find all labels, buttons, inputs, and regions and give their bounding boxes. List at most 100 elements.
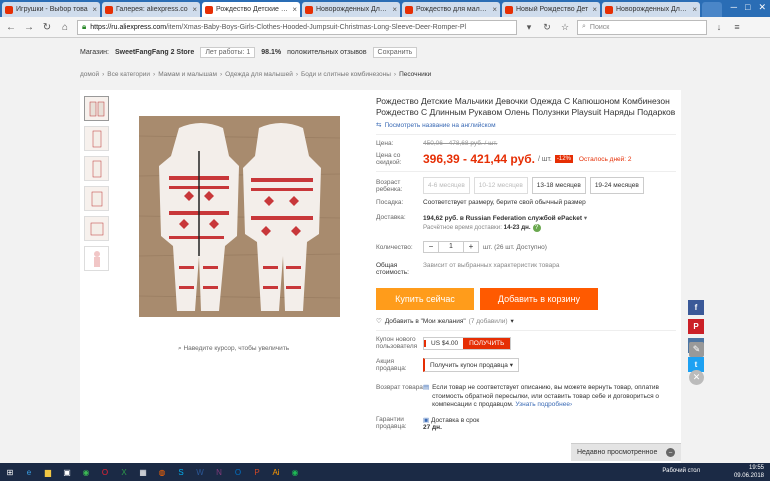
close-window-icon[interactable]: ✕ <box>758 2 766 13</box>
recently-viewed-bar[interactable]: Недавно просмотренное – <box>571 443 681 461</box>
address-bar[interactable]: 🔒︎ https://ru.aliexpress.com/item/Xmas-B… <box>77 19 517 35</box>
clock-date: 09.06.2018 <box>733 473 764 479</box>
breadcrumb-item[interactable]: Одежда для малышей <box>225 71 293 78</box>
browser-tab-active[interactable]: Рождество Детские Ма × <box>202 2 300 17</box>
save-store-button[interactable]: Сохранить <box>372 46 418 58</box>
url-host: https://ru.aliexpress.com <box>90 23 167 31</box>
browser-tab[interactable]: Игрушки - Выбор това × <box>2 2 100 17</box>
store-rating-text: положительных отзывов <box>287 48 367 56</box>
learn-more-link[interactable]: Узнать подробнее <box>515 401 570 408</box>
old-price: 450,06 - 478,68 руб. / шт. <box>423 140 498 147</box>
product-thumbnail[interactable] <box>84 216 109 241</box>
breadcrumb-item[interactable]: Все категории <box>107 71 150 78</box>
quantity-input[interactable]: 1 <box>438 242 464 252</box>
store-years: Лет работы: 1 <box>200 46 256 58</box>
firefox-icon[interactable]: ◍ <box>154 465 170 479</box>
forward-icon[interactable]: → <box>23 21 35 33</box>
excel-icon[interactable]: X <box>116 465 132 479</box>
product-thumbnail[interactable] <box>84 156 109 181</box>
powerpoint-icon[interactable]: P <box>249 465 265 479</box>
outlook-icon[interactable]: O <box>230 465 246 479</box>
refresh-icon[interactable]: ↻ <box>541 21 553 33</box>
collapse-icon[interactable]: – <box>666 448 675 457</box>
close-icon[interactable]: × <box>292 5 297 14</box>
breadcrumb-item[interactable]: Мамам и малышам <box>158 71 217 78</box>
wishlist-link[interactable]: ♡ Добавить в "Мои желания" (7 добавили) … <box>376 317 676 326</box>
photos-icon[interactable]: ▦ <box>135 465 151 479</box>
translate-link[interactable]: ⇆ Посмотреть название на английском <box>376 121 676 130</box>
search-input[interactable]: ⌕ Поиск <box>577 19 707 35</box>
tab-favicon-icon <box>105 5 113 14</box>
age-row: Возраст ребенка: 4-6 месяцев 10-12 месяц… <box>376 177 676 194</box>
thumbnail-list <box>84 96 110 276</box>
word-icon[interactable]: W <box>192 465 208 479</box>
discount-price-label: Цена со скидкой: <box>376 152 402 166</box>
opera-icon[interactable]: O <box>97 465 113 479</box>
size-option[interactable]: 4-6 месяцев <box>423 177 470 194</box>
product-thumbnail[interactable] <box>84 126 109 151</box>
breadcrumb-item[interactable]: Боди и слитные комбинезоны <box>301 71 391 78</box>
onenote-icon[interactable]: N <box>211 465 227 479</box>
tab-label: Рождество для мальчи <box>416 6 490 13</box>
start-icon[interactable]: ⊞ <box>2 465 18 479</box>
size-option[interactable]: 10-12 месяцев <box>473 177 528 194</box>
seller-coupon-dropdown[interactable]: Получить купон продавца ▾ <box>423 358 519 372</box>
browser-tab[interactable]: Галерея: aliexpress.co × <box>102 2 200 17</box>
shipping-value: 194,62 руб. в Russian Federation службой… <box>423 215 583 222</box>
pinterest-icon[interactable]: P <box>688 319 704 334</box>
get-coupon-button[interactable]: ПОЛУЧИТЬ <box>463 337 511 349</box>
clock[interactable]: 19:55 09.06.2018 <box>734 464 764 480</box>
spotify-icon[interactable]: ◉ <box>287 465 303 479</box>
browser-tab[interactable]: Новый Рождество Дет × <box>502 2 600 17</box>
plus-button[interactable]: + <box>464 242 478 252</box>
price-unit: / шт. <box>538 155 552 163</box>
tab-favicon-icon <box>205 5 213 14</box>
explorer-icon[interactable]: ▆ <box>40 465 56 479</box>
illustrator-icon[interactable]: Ai <box>268 465 284 479</box>
size-option[interactable]: 13-18 месяцев <box>531 177 586 194</box>
menu-icon[interactable]: ≡ <box>731 21 743 33</box>
add-to-cart-button[interactable]: Добавить в корзину <box>480 288 598 310</box>
close-icon[interactable]: × <box>692 5 697 14</box>
size-option[interactable]: 19-24 месяцев <box>589 177 644 194</box>
skype-icon[interactable]: S <box>173 465 189 479</box>
product-thumbnail[interactable] <box>84 246 109 271</box>
facebook-icon[interactable]: f <box>688 300 704 315</box>
breadcrumb-current[interactable]: Песочники <box>399 71 431 78</box>
minimize-icon[interactable]: ─ <box>731 2 737 13</box>
dropdown-icon[interactable]: ▾ <box>523 21 535 33</box>
price-row: Цена: 450,06 - 478,68 руб. / шт. <box>376 140 676 147</box>
star-icon[interactable]: ☆ <box>559 21 571 33</box>
new-tab-button[interactable] <box>702 2 722 17</box>
close-icon[interactable]: × <box>592 5 597 14</box>
download-icon[interactable]: ↓ <box>713 21 725 33</box>
maximize-icon[interactable]: □ <box>745 2 750 13</box>
edit-icon[interactable]: ✎ <box>689 342 704 357</box>
chrome-icon[interactable]: ◉ <box>78 465 94 479</box>
shipping-select[interactable]: 194,62 руб. в Russian Federation службой… <box>423 214 587 222</box>
home-icon[interactable]: ⌂ <box>59 21 71 33</box>
close-icon[interactable]: ✕ <box>689 370 704 385</box>
product-thumbnail[interactable] <box>84 186 109 211</box>
product-main-image[interactable] <box>139 116 340 317</box>
ie-icon[interactable]: e <box>21 465 37 479</box>
breadcrumb-item[interactable]: домой <box>80 71 99 78</box>
desktop-label[interactable]: Рабочий стол <box>662 468 700 474</box>
search-placeholder: Поиск <box>589 23 610 31</box>
reload-icon[interactable]: ↻ <box>41 21 53 33</box>
browser-tab[interactable]: Новорожденных Для м × <box>302 2 400 17</box>
store-icon[interactable]: ▣ <box>59 465 75 479</box>
store-name[interactable]: SweetFangFang 2 Store <box>115 49 194 56</box>
minus-button[interactable]: − <box>424 242 438 252</box>
product-thumbnail[interactable] <box>84 96 109 121</box>
close-icon[interactable]: × <box>392 5 397 14</box>
close-icon[interactable]: × <box>92 5 97 14</box>
buy-now-button[interactable]: Купить сейчас <box>376 288 474 310</box>
browser-tab[interactable]: Рождество для мальчи × <box>402 2 500 17</box>
close-icon[interactable]: × <box>492 5 497 14</box>
browser-tab[interactable]: Новорожденных Для м × <box>602 2 700 17</box>
help-icon[interactable]: ? <box>532 224 541 232</box>
back-icon[interactable]: ← <box>5 21 17 33</box>
close-icon[interactable]: × <box>192 5 197 14</box>
store-rating: 98.1% <box>261 48 282 56</box>
